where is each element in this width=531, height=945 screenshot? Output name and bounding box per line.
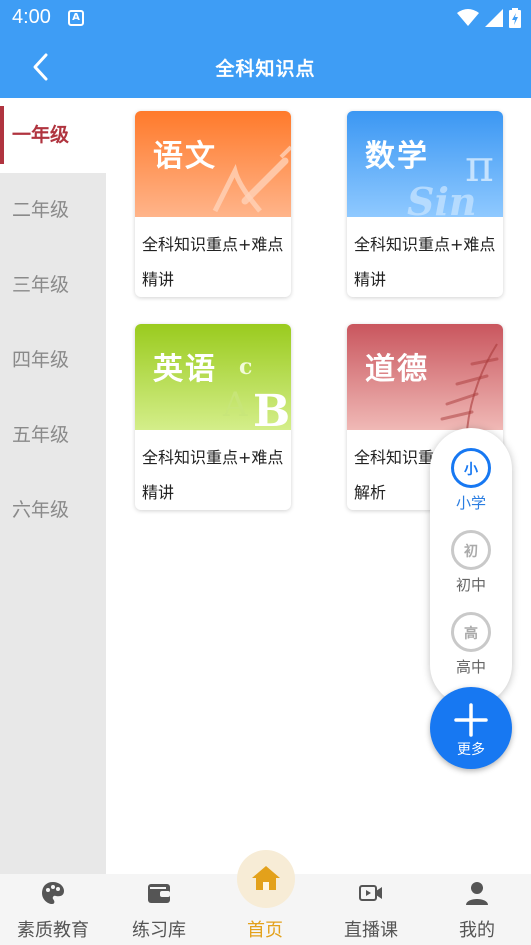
svg-text:B: B — [253, 386, 290, 430]
level-option-label: 小学 — [455, 494, 486, 512]
math-banner: Sin π 数学 — [347, 111, 503, 217]
sidebar-item-grade-6[interactable]: 六年级 — [0, 473, 106, 548]
sidebar-item-grade-5[interactable]: 五年级 — [0, 398, 106, 473]
nav-practice-library[interactable]: 练习库 — [106, 874, 212, 945]
nav-label: 练习库 — [132, 920, 186, 941]
subject-title: 道德 — [365, 352, 429, 387]
nav-label: 我的 — [459, 920, 495, 941]
home-icon[interactable] — [237, 850, 295, 908]
nav-label: 素质教育 — [17, 920, 89, 941]
status-time: 4:00 — [12, 6, 51, 28]
subject-card-english[interactable]: c A B 英语 全科知识重点+难点精讲 — [135, 324, 291, 510]
level-option-label: 高中 — [455, 658, 486, 676]
sidebar-item-grade-3[interactable]: 三年级 — [0, 248, 106, 323]
sidebar-item-grade-4[interactable]: 四年级 — [0, 323, 106, 398]
title-bar: 全科知识点 — [0, 36, 531, 98]
subject-title: 数学 — [365, 139, 429, 174]
wifi-icon — [457, 9, 479, 26]
svg-text:高: 高 — [464, 625, 478, 642]
palette-icon — [42, 882, 64, 904]
subject-card-math[interactable]: Sin π 数学 全科知识重点+难点精讲 — [347, 111, 503, 297]
signal-icon — [485, 9, 503, 27]
senior-high-icon: 高 — [451, 612, 491, 652]
level-option-primary[interactable]: 小 小学 — [430, 448, 512, 513]
level-option-label: 初中 — [455, 576, 486, 594]
status-bar: 4:00 A — [0, 0, 531, 36]
grade-sidebar: 一年级 二年级 三年级 四年级 五年级 六年级 — [0, 98, 106, 874]
svg-text:A: A — [222, 385, 248, 425]
nav-quality-education[interactable]: 素质教育 — [0, 874, 106, 945]
plus-icon — [454, 703, 488, 737]
level-switcher-panel: 小 小学 初 初中 高 高中 — [430, 428, 512, 706]
english-banner: c A B 英语 — [135, 324, 291, 430]
subject-card-chinese[interactable]: 语文 全科知识重点+难点精讲 — [135, 111, 291, 297]
home-highlight — [237, 850, 295, 908]
video-icon — [359, 885, 382, 901]
svg-text:初: 初 — [464, 543, 478, 560]
wallet-icon — [148, 884, 170, 903]
level-option-junior[interactable]: 初 初中 — [430, 530, 512, 595]
nav-profile[interactable]: 我的 — [424, 874, 530, 945]
subject-description: 全科知识重点+难点精讲 — [354, 235, 496, 289]
more-label: 更多 — [457, 742, 485, 758]
subject-title: 英语 — [153, 352, 217, 387]
person-icon — [466, 882, 488, 905]
page-title: 全科知识点 — [215, 58, 316, 80]
level-option-senior[interactable]: 高 高中 — [430, 612, 512, 677]
sidebar-item-grade-1[interactable]: 一年级 — [0, 98, 106, 173]
primary-school-icon: 小 — [451, 448, 491, 488]
more-button[interactable]: 更多 — [430, 687, 512, 769]
svg-text:小: 小 — [464, 462, 478, 478]
junior-high-icon: 初 — [451, 530, 491, 570]
chinese-banner: 语文 — [135, 111, 291, 217]
nav-label: 首页 — [247, 920, 283, 941]
nav-live-course[interactable]: 直播课 — [318, 874, 424, 945]
subject-description: 全科知识重点+难点精讲 — [142, 235, 284, 289]
battery-icon — [509, 8, 521, 28]
subject-title: 语文 — [153, 139, 217, 174]
svg-text:c: c — [239, 354, 252, 380]
sidebar-item-grade-2[interactable]: 二年级 — [0, 173, 106, 248]
subject-description: 全科知识重点+难点精讲 — [142, 448, 284, 502]
nav-label: 直播课 — [344, 920, 398, 941]
morality-banner: 道德 — [347, 324, 503, 430]
notification-icon: A — [68, 10, 84, 26]
svg-text:π: π — [465, 141, 494, 192]
system-icons — [457, 8, 521, 28]
